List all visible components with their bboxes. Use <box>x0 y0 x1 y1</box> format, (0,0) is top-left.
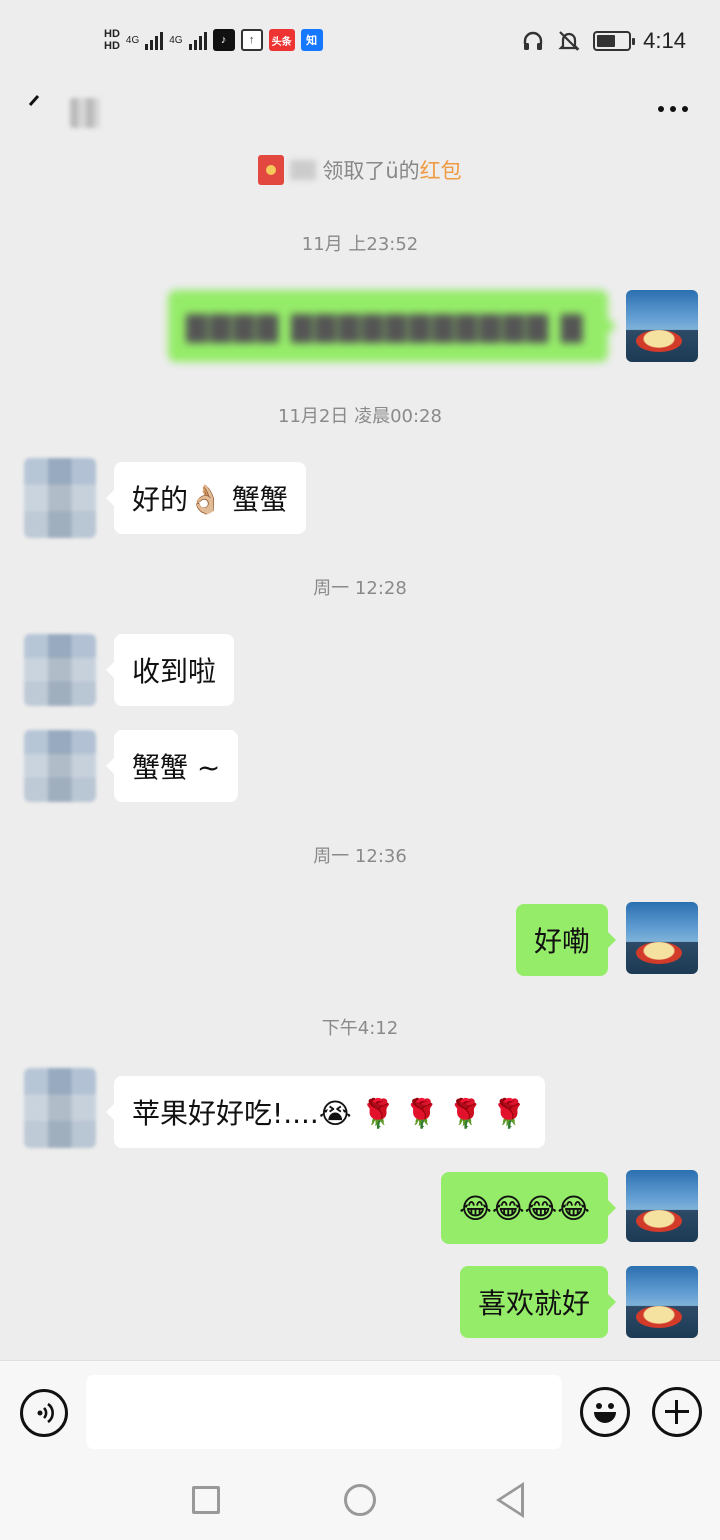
system-nav-bar <box>0 1464 720 1540</box>
network-label-1: 4G <box>125 34 140 46</box>
timestamp: 下午4:12 <box>321 1018 399 1039</box>
message-row-me: 😂😂😂😂 <box>0 1170 720 1244</box>
timestamp: 11月2日 凌晨00:28 <box>278 406 442 427</box>
hd-indicators: HD HD <box>104 28 120 52</box>
network-label-2: 4G <box>169 34 183 46</box>
emoji-icon[interactable] <box>580 1387 630 1437</box>
redpacket-note-text: 领取了ü的 <box>322 159 420 183</box>
tiktok-icon: ♪ <box>212 29 235 51</box>
zhihu-icon: 知 <box>300 29 323 51</box>
message-row-them: 苹果好好吃!....😭 🌹 🌹 🌹 🌹 <box>0 1068 720 1148</box>
apple-image <box>636 942 682 964</box>
message-row-them: 收到啦 <box>0 634 720 706</box>
plus-icon[interactable] <box>652 1387 702 1437</box>
message-bubble[interactable]: 😂😂😂😂 <box>441 1172 616 1244</box>
message-row-them: 蟹蟹 ~ <box>0 730 720 802</box>
hd-label-2: HD <box>104 40 120 52</box>
recents-square-icon[interactable] <box>192 1486 220 1514</box>
avatar-me[interactable] <box>626 902 698 974</box>
avatar-me[interactable] <box>626 1266 698 1338</box>
message-row-them: 好的👌🏼 蟹蟹 <box>0 458 720 538</box>
redpacket-notice: 领取了ü的 红包 <box>0 150 720 190</box>
red-packet-icon <box>258 155 285 185</box>
status-right: 4:14 <box>521 24 686 58</box>
upload-icon: ↑ <box>240 29 263 51</box>
message-row-me: 好嘞 <box>0 902 720 976</box>
timestamp: 11月 上23:52 <box>301 234 419 255</box>
avatar-contact[interactable] <box>24 1068 96 1148</box>
hd-label-1: HD <box>104 28 120 40</box>
mute-bell-icon <box>558 31 580 51</box>
message-row-me: 喜欢就好 <box>0 1266 720 1338</box>
clock: 4:14 <box>643 28 686 53</box>
apple-image <box>636 1306 682 1328</box>
message-bubble[interactable]: 蟹蟹 ~ <box>105 730 239 802</box>
message-bubble[interactable]: 好嘞 <box>515 904 617 976</box>
avatar-me[interactable] <box>626 1170 698 1242</box>
status-left: HD HD 4G 4G ♪ ↑ 头条 知 <box>104 22 323 58</box>
message-bubble[interactable]: 喜欢就好 <box>459 1266 617 1338</box>
avatar-contact[interactable] <box>24 634 96 706</box>
battery-icon <box>593 31 636 51</box>
toutiao-icon: 头条 <box>268 29 295 51</box>
input-bar <box>0 1360 720 1464</box>
chat-header <box>0 80 720 150</box>
redpacket-link[interactable]: 红包 <box>420 155 462 185</box>
apple-image <box>636 1210 682 1232</box>
avatar-contact[interactable] <box>24 458 96 538</box>
voice-icon[interactable] <box>20 1389 68 1437</box>
more-dots-icon[interactable] <box>658 106 688 112</box>
timestamp: 周一 12:36 <box>313 846 407 867</box>
status-bar: HD HD 4G 4G ♪ ↑ 头条 知 4:14 <box>0 0 720 80</box>
home-circle-icon[interactable] <box>344 1484 376 1516</box>
back-arrow-icon[interactable] <box>24 90 64 130</box>
signal-icon-1 <box>145 30 164 50</box>
avatar-me[interactable] <box>626 290 698 362</box>
message-bubble[interactable]: 苹果好好吃!....😭 🌹 🌹 🌹 🌹 <box>106 1076 545 1148</box>
headphones-icon <box>523 31 543 50</box>
message-bubble[interactable]: 好的👌🏼 蟹蟹 <box>106 462 306 534</box>
contact-name-blurred <box>70 98 100 128</box>
signal-icon-2 <box>188 30 207 50</box>
timestamp: 周一 12:28 <box>313 578 407 599</box>
chat-list[interactable]: 领取了ü的 红包 11月 上23:52 ▇▇▇▇ ▇▇▇▇▇▇▇▇▇▇▇ ▇ 11… <box>0 150 720 1360</box>
message-input[interactable] <box>86 1375 562 1449</box>
message-bubble-blurred[interactable]: ▇▇▇▇ ▇▇▇▇▇▇▇▇▇▇▇ ▇ <box>168 290 616 362</box>
avatar-contact[interactable] <box>24 730 96 802</box>
message-bubble[interactable]: 收到啦 <box>105 634 235 706</box>
message-row-me: ▇▇▇▇ ▇▇▇▇▇▇▇▇▇▇▇ ▇ <box>0 290 720 362</box>
apple-image <box>636 330 682 352</box>
back-triangle-icon[interactable] <box>496 1482 524 1518</box>
redacted-name <box>290 160 317 180</box>
